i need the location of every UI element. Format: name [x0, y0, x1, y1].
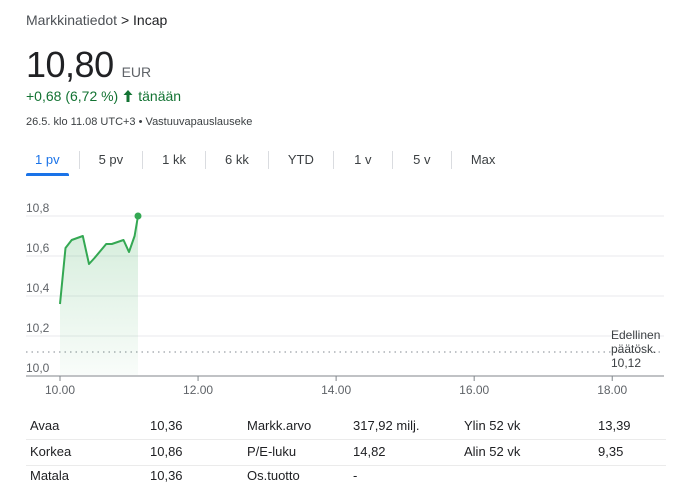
- current-price: 10,80: [26, 44, 114, 85]
- tab-1y[interactable]: 1 v: [344, 150, 382, 176]
- currency-label: EUR: [121, 64, 152, 80]
- price-chart[interactable]: 10,8 10,6 10,4 10,2 10,0 10.00 12.00 14.00 16.00…: [0, 200, 690, 400]
- stat-label-low: Matala: [30, 468, 70, 483]
- stats-row: Korkea 10,86 P/E-luku 14,82 Alin 52 vk 9…: [26, 444, 666, 464]
- stat-value-low: 10,36: [150, 468, 183, 483]
- x-tick-label: 10.00: [45, 383, 75, 397]
- tab-5y[interactable]: 5 v: [403, 150, 441, 176]
- y-tick-label: 10,6: [26, 241, 50, 255]
- stats-divider: [26, 439, 666, 440]
- price-row: 10,80 EUR: [26, 44, 151, 86]
- stat-label-market-cap: Markk.arvo: [247, 418, 312, 433]
- stats-row: Matala 10,36 Os.tuotto -: [26, 468, 666, 488]
- price-change: +0,68 (6,72 %) tänään: [26, 88, 181, 104]
- tab-divider: [78, 151, 80, 169]
- previous-close-label: Edellinen: [611, 328, 660, 342]
- tab-divider: [267, 151, 269, 169]
- change-suffix: tänään: [138, 88, 182, 104]
- timeframe-tabs: 1 pv 5 pv 1 kk 6 kk YTD 1 v 5 v Max: [26, 150, 504, 178]
- stats-divider: [26, 465, 666, 466]
- stat-value-high: 10,86: [150, 444, 183, 459]
- stat-label-yield: Os.tuotto: [247, 468, 300, 483]
- stat-value-52w-high: 13,39: [598, 418, 631, 433]
- breadcrumb: Markkinatiedot > Incap: [26, 12, 167, 28]
- timestamp: 26.5. klo 11.08 UTC+3: [26, 116, 136, 128]
- tab-1m[interactable]: 1 kk: [153, 150, 195, 176]
- x-tick-label: 18.00: [597, 383, 627, 397]
- previous-close-label: päätösk.: [611, 342, 656, 356]
- disclaimer-link[interactable]: Vastuuvapauslauseke: [146, 116, 253, 128]
- price-chart-svg[interactable]: 10,8 10,6 10,4 10,2 10,0 10.00 12.00 14.00 16.00…: [0, 200, 690, 400]
- y-tick-label: 10,8: [26, 201, 50, 215]
- stat-label-52w-high: Ylin 52 vk: [464, 418, 521, 433]
- change-value: +0,68 (6,72 %): [26, 88, 119, 104]
- y-tick-label: 10,4: [26, 281, 50, 295]
- meta-bullet: •: [138, 116, 143, 128]
- breadcrumb-separator: >: [120, 12, 130, 28]
- stat-value-yield: -: [353, 468, 358, 483]
- tab-divider: [391, 151, 393, 169]
- x-tick-label: 12.00: [183, 383, 213, 397]
- tab-1d[interactable]: 1 pv: [26, 150, 69, 176]
- tab-divider: [142, 151, 144, 169]
- breadcrumb-current: Incap: [133, 12, 168, 28]
- y-tick-label: 10,2: [26, 321, 50, 335]
- stat-label-high: Korkea: [30, 444, 72, 459]
- stats-row: Avaa 10,36 Markk.arvo 317,92 milj. Ylin …: [26, 418, 666, 438]
- tab-divider: [332, 151, 334, 169]
- tab-ytd[interactable]: YTD: [279, 150, 323, 176]
- tab-5d[interactable]: 5 pv: [90, 150, 133, 176]
- stat-label-pe: P/E-luku: [247, 444, 297, 459]
- stat-value-market-cap: 317,92 milj.: [353, 418, 420, 433]
- stat-value-open: 10,36: [150, 418, 183, 433]
- timestamp-row: 26.5. klo 11.08 UTC+3 • Vastuuvapauslaus…: [26, 116, 252, 128]
- tab-max[interactable]: Max: [462, 150, 505, 176]
- last-price-marker: [134, 212, 142, 220]
- previous-close-value: 10,12: [611, 356, 641, 370]
- y-tick-label: 10,0: [26, 361, 50, 375]
- tab-divider: [205, 151, 206, 169]
- tab-divider: [450, 151, 452, 169]
- tab-6m[interactable]: 6 kk: [216, 150, 258, 176]
- breadcrumb-parent[interactable]: Markkinatiedot: [26, 12, 117, 28]
- x-tick-label: 16.00: [459, 383, 489, 397]
- x-tick-label: 14.00: [321, 383, 351, 397]
- arrow-up-icon: [123, 90, 133, 102]
- stat-label-52w-low: Alin 52 vk: [464, 444, 521, 459]
- stat-value-pe: 14,82: [353, 444, 386, 459]
- stat-value-52w-low: 9,35: [598, 444, 624, 459]
- stat-label-open: Avaa: [30, 418, 60, 433]
